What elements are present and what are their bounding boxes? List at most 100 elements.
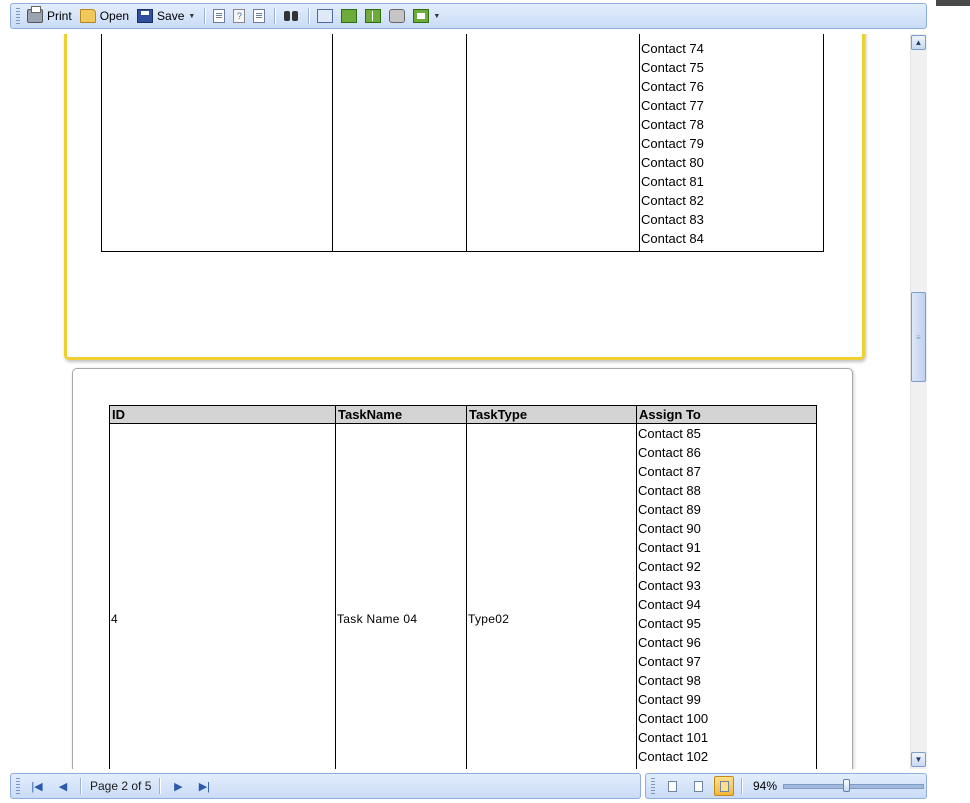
toolbar-grip[interactable] [651,778,655,794]
column-header-assignto: Assign To [636,405,817,424]
contact-item: Contact 95 [638,616,701,631]
toolbar-separator [741,778,743,794]
contact-item: Contact 79 [641,136,704,151]
scroll-thumb[interactable]: ≡ [911,292,926,382]
last-page-button[interactable]: ▶| [194,776,214,796]
contact-item: Contact 85 [638,426,701,441]
floppy-disk-icon [137,9,154,23]
last-page-icon: ▶| [198,780,211,793]
single-page-view-button[interactable] [314,6,336,26]
previous-page-icon: ◀ [58,780,68,793]
print-button[interactable]: Print [24,6,75,26]
fit-width-button[interactable] [386,6,408,26]
multi-page-mode-button[interactable] [714,776,734,796]
help-icon: ? [233,9,246,23]
continuous-mode-button[interactable] [688,776,708,796]
scroll-up-button[interactable]: ▲ [911,35,926,50]
single-page-mode-button[interactable] [662,776,682,796]
continuous-page-icon [693,780,703,792]
first-page-icon: |◀ [31,780,43,793]
assign-to-cell: Contact 74 Contact 75 Contact 76 Contact 77… [639,34,824,252]
table-row: 4 Task Name 04 Type02 Contact 85 Contact … [109,423,817,769]
zoom-level: 94% [753,779,778,793]
folder-icon [79,9,96,23]
view-zoom-bar: 94% [645,773,927,799]
facing-view-button[interactable] [362,6,384,26]
assign-to-cell: Contact 85 Contact 86 Contact 87 Contact 88… [636,423,817,769]
contact-item: Contact 102 [638,749,709,764]
chevron-down-icon[interactable]: ▼ [188,13,195,20]
facing-pages-icon [365,9,382,23]
grip-icon: ≡ [916,332,921,342]
zoom-slider-thumb[interactable] [843,778,851,792]
contact-item: Contact 74 [641,41,704,56]
vertical-scrollbar[interactable]: ▲ ≡ ▼ [910,34,927,769]
window-corner [936,0,970,6]
report-page-selected[interactable]: Contact 74 Contact 75 Contact 76 Contact 77… [64,34,865,360]
contact-item: Contact 90 [638,521,701,536]
toolbar-grip[interactable] [16,8,20,24]
contact-item: Contact 77 [641,98,704,113]
open-label: Open [99,9,130,23]
contact-item: Contact 103 [638,766,815,768]
contact-list: Contact 74 Contact 75 Contact 76 Contact 77… [641,39,822,248]
continuous-view-button[interactable] [338,6,360,26]
contact-item: Contact 92 [638,559,701,574]
fit-width-icon [389,9,406,23]
column-header-taskname: TaskName [335,405,467,424]
contact-item: Contact 86 [638,445,701,460]
column-header-id: ID [109,405,336,424]
contact-item: Contact 97 [638,654,701,669]
scroll-down-button[interactable]: ▼ [911,752,926,767]
contact-list: Contact 85 Contact 86 Contact 87 Contact 88… [638,424,815,768]
previous-page-button[interactable]: ◀ [53,776,73,796]
navigation-bar: |◀ ◀ Page 2 of 5 ▶ ▶| [10,773,641,799]
table-row: Contact 74 Contact 75 Contact 76 Contact 77… [101,34,824,252]
document-map-button[interactable] [250,6,268,26]
printer-icon [27,6,43,23]
binoculars-icon [283,9,299,23]
contact-item: Contact 99 [638,692,701,707]
contact-item: Contact 93 [638,578,701,593]
first-page-button[interactable]: |◀ [27,776,47,796]
contact-item: Contact 84 [641,231,704,246]
toolbar-separator [159,778,162,794]
document-map-icon [253,9,266,23]
report-table: ID TaskName TaskType Assign To 4 Task Na… [109,405,817,769]
help-button[interactable]: ? [230,6,248,26]
contact-item: Contact 87 [638,464,701,479]
report-table: Contact 74 Contact 75 Contact 76 Contact 77… [101,34,824,252]
page-indicator: Page 2 of 5 [90,779,152,793]
report-page[interactable]: ID TaskName TaskType Assign To 4 Task Na… [72,368,853,769]
arrow-down-icon: ▼ [914,755,923,764]
multi-page-icon [719,780,729,792]
contact-item: Contact 89 [638,502,701,517]
multi-page-icon [413,9,430,23]
zoom-slider[interactable] [783,778,925,792]
continuous-page-icon [341,9,358,23]
contact-item: Contact 80 [641,155,704,170]
save-button[interactable]: Save ▼ [134,6,198,26]
single-page-icon [317,9,334,23]
id-cell: 4 [109,423,336,769]
arrow-up-icon: ▲ [914,38,923,47]
multi-page-button[interactable]: ▼ [410,6,443,26]
report-viewport[interactable]: Contact 74 Contact 75 Contact 76 Contact 77… [0,34,909,769]
contact-item: Contact 100 [638,711,709,726]
contact-item: Contact 83 [641,212,704,227]
toolbar-grip[interactable] [16,778,20,794]
contact-item: Contact 76 [641,79,704,94]
find-button[interactable] [280,6,302,26]
task-name-cell [332,34,467,252]
open-button[interactable]: Open [77,6,132,26]
contact-item: Contact 91 [638,540,701,555]
task-name-cell: Task Name 04 [335,423,467,769]
contact-item: Contact 96 [638,635,701,650]
contact-item: Contact 98 [638,673,701,688]
page-setup-button[interactable] [210,6,228,26]
id-cell [101,34,333,252]
next-page-button[interactable]: ▶ [168,776,188,796]
contact-item: Contact 82 [641,193,704,208]
chevron-down-icon[interactable]: ▼ [433,13,440,20]
toolbar-separator [204,8,207,24]
